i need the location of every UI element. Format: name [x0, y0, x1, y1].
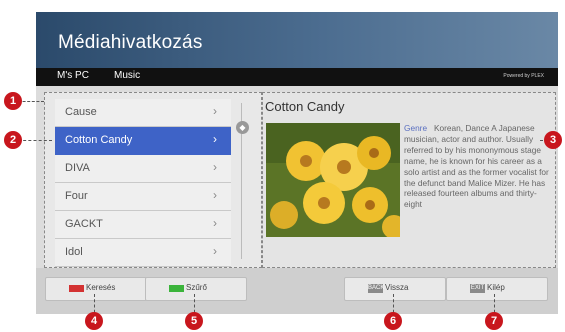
search-button[interactable]: Keresés — [45, 277, 147, 301]
chevron-right-icon: › — [213, 216, 217, 230]
filter-button[interactable]: Szűrő — [145, 277, 247, 301]
media-link-screen: Médiahivatkozás M's PC Music Powered by … — [36, 12, 558, 314]
list-item-label: Cause — [65, 106, 97, 118]
callout-marker-1: 1 — [4, 92, 22, 110]
list-item[interactable]: Idol › — [55, 239, 231, 267]
breadcrumb: M's PC Music Powered by PLEX — [36, 68, 558, 86]
artist-description: Genre Korean, Dance A Japanese musician,… — [404, 123, 550, 210]
flower-image-icon — [266, 123, 400, 237]
search-button-label: Keresés — [86, 283, 116, 292]
description-text: A Japanese musician, actor and author. U… — [404, 123, 549, 210]
list-item-label: DIVA — [65, 162, 90, 174]
list-item-label: Four — [65, 190, 88, 202]
chevron-right-icon: › — [213, 132, 217, 146]
genre-label: Genre — [404, 123, 428, 133]
back-icon: BACK — [368, 284, 385, 293]
list-item-label: GACKT — [65, 218, 103, 230]
back-button[interactable]: BACK Vissza — [344, 277, 446, 301]
scroll-knob-icon[interactable]: ◆ — [236, 121, 249, 134]
genre-value: Korean, Dance — [433, 123, 490, 133]
button-bar: Keresés Szűrő BACK Vissza EXIT Kilép — [36, 268, 558, 314]
callout-marker-5: 5 — [185, 312, 203, 330]
breadcrumb-pc[interactable]: M's PC — [57, 70, 89, 81]
exit-button-label: Kilép — [487, 283, 505, 292]
callout-marker-6: 6 — [384, 312, 402, 330]
chevron-right-icon: › — [213, 188, 217, 202]
album-art-image — [266, 123, 400, 237]
filter-button-label: Szűrő — [186, 283, 207, 292]
chevron-right-icon: › — [213, 160, 217, 174]
list-item[interactable]: Cause › — [55, 99, 231, 127]
exit-icon: EXIT — [470, 284, 485, 293]
list-item[interactable]: DIVA › — [55, 155, 231, 183]
list-item-label: Idol — [65, 246, 83, 258]
back-button-label: Vissza — [385, 283, 409, 292]
callout-marker-2: 2 — [4, 131, 22, 149]
exit-button[interactable]: EXIT Kilép — [446, 277, 548, 301]
list-item-selected[interactable]: Cotton Candy › — [55, 127, 231, 155]
callout-marker-3: 3 — [544, 131, 562, 149]
green-button-icon — [169, 285, 184, 292]
red-button-icon — [69, 285, 84, 292]
chevron-right-icon: › — [213, 244, 217, 258]
content-list-panel: Cause › Cotton Candy › DIVA › Four › GACKT › … — [44, 92, 262, 268]
list-item-label: Cotton Candy — [65, 134, 133, 146]
chevron-right-icon: › — [213, 104, 217, 118]
callout-line-2 — [18, 140, 52, 141]
powered-by-label: Powered by PLEX — [503, 73, 544, 79]
list-item[interactable]: Four › — [55, 183, 231, 211]
detail-panel: Cotton Candy Genre Korean, Dance A Japan… — [262, 92, 556, 268]
list-item[interactable]: GACKT › — [55, 211, 231, 239]
content-list: Cause › Cotton Candy › DIVA › Four › GACKT › … — [55, 99, 231, 267]
callout-marker-7: 7 — [485, 312, 503, 330]
callout-marker-4: 4 — [85, 312, 103, 330]
breadcrumb-music[interactable]: Music — [114, 70, 140, 81]
detail-title: Cotton Candy — [265, 99, 345, 114]
page-title: Médiahivatkozás — [58, 32, 203, 53]
